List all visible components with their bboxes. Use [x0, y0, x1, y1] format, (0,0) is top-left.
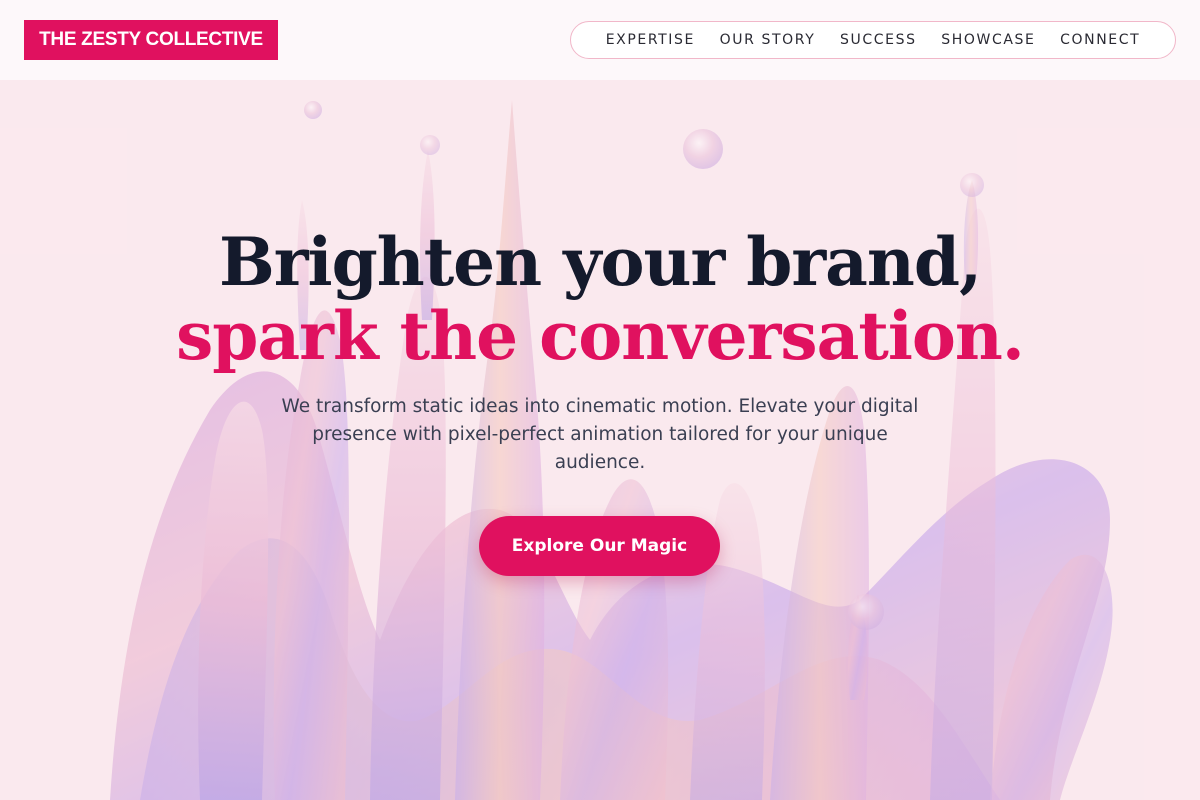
nav-link-our-story[interactable]: OUR STORY: [720, 32, 816, 48]
hero-section: Brighten your brand, spark the conversat…: [0, 80, 1200, 800]
hero-headline-line-1: Brighten your brand,: [218, 223, 982, 301]
nav-link-showcase[interactable]: SHOWCASE: [941, 32, 1035, 48]
brand-logo[interactable]: THE ZESTY COLLECTIVE: [24, 20, 278, 60]
main-navigation: EXPERTISE OUR STORY SUCCESS SHOWCASE CON…: [570, 21, 1176, 59]
site-header: THE ZESTY COLLECTIVE EXPERTISE OUR STORY…: [0, 0, 1200, 80]
nav-link-success[interactable]: SUCCESS: [840, 32, 917, 48]
hero-headline-line-2: spark the conversation.: [176, 297, 1025, 375]
hero-headline: Brighten your brand, spark the conversat…: [0, 225, 1200, 373]
hero-subtitle: We transform static ideas into cinematic…: [281, 396, 919, 473]
nav-link-connect[interactable]: CONNECT: [1060, 32, 1140, 48]
explore-magic-button[interactable]: Explore Our Magic: [479, 516, 720, 576]
nav-link-expertise[interactable]: EXPERTISE: [606, 32, 695, 48]
